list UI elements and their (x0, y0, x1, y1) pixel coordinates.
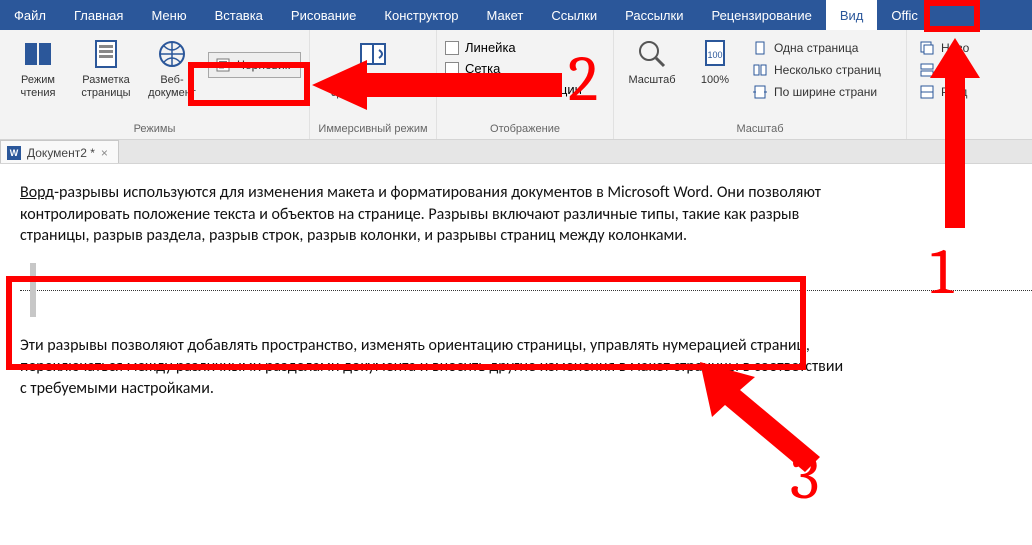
menu-draw[interactable]: Рисование (277, 0, 370, 30)
paragraph-2[interactable]: Эти разрывы позволяют добавлять простран… (20, 335, 850, 400)
web-layout-label: Веб-документ (144, 74, 200, 100)
immersive-reader-button[interactable]: Иммерсивное средство чтения (318, 34, 428, 100)
ribbon-group-immersive: Иммерсивное средство чтения Иммерсивный … (310, 30, 437, 139)
gridlines-label: Сетка (465, 61, 500, 76)
page-width-icon (752, 84, 768, 100)
zoom-100-button[interactable]: 100 100% (690, 34, 740, 87)
menu-layout[interactable]: Макет (473, 0, 538, 30)
ruler-checkbox[interactable]: Линейка (445, 38, 605, 57)
annotation-number-3: 3 (790, 440, 820, 514)
menu-references[interactable]: Ссылки (537, 0, 611, 30)
document-tab[interactable]: W Документ2 * × (0, 140, 119, 163)
reading-mode-label: Режим чтения (8, 74, 68, 100)
arrange-all-label: Упор (941, 63, 968, 77)
multi-page-button[interactable]: Несколько страниц (748, 60, 898, 80)
paragraph-1[interactable]: Ворд-разрывы используются для изменения … (20, 182, 850, 247)
ribbon-group-modes: Режим чтения Разметка страницы Веб-докум… (0, 30, 310, 139)
document-tab-bar: W Документ2 * × (0, 140, 1032, 164)
menu-menu[interactable]: Меню (137, 0, 200, 30)
reading-mode-button[interactable]: Режим чтения (8, 34, 68, 100)
draft-icon (215, 57, 231, 73)
nav-pane-label: Область навигации (465, 82, 582, 97)
menu-insert[interactable]: Вставка (201, 0, 277, 30)
ribbon-group-window: Ново Упор Разд (907, 30, 983, 139)
modes-group-label: Режимы (8, 121, 301, 139)
page-width-button[interactable]: По ширине страни (748, 82, 898, 102)
page-layout-icon (90, 38, 122, 70)
immersive-reader-label: Иммерсивное средство чтения (318, 74, 428, 100)
one-page-icon (752, 40, 768, 56)
checkbox-icon (445, 41, 459, 55)
new-window-label: Ново (941, 41, 969, 55)
ruler-label: Линейка (465, 40, 516, 55)
immersive-group-label: Иммерсивный режим (318, 121, 428, 139)
book-icon (22, 38, 54, 70)
split-label: Разд (941, 85, 967, 99)
draft-view-label: Черновик (237, 58, 290, 72)
arrange-all-button[interactable]: Упор (915, 60, 975, 80)
menu-design[interactable]: Конструктор (370, 0, 472, 30)
window-group-label (915, 121, 975, 139)
ribbon-group-show: Линейка Сетка Область навигации Отображе… (437, 30, 614, 139)
menu-office[interactable]: Offic (877, 0, 932, 30)
page-layout-button[interactable]: Разметка страницы (76, 34, 136, 100)
ribbon-group-zoom: Масштаб 100 100% Одна страница Несколько… (614, 30, 907, 139)
magnifier-icon (636, 38, 668, 70)
gridlines-checkbox[interactable]: Сетка (445, 59, 605, 78)
one-page-label: Одна страница (774, 41, 858, 55)
nav-pane-checkbox[interactable]: Область навигации (445, 80, 605, 99)
show-group-label: Отображение (445, 121, 605, 139)
text-cursor (30, 263, 36, 317)
split-button[interactable]: Разд (915, 82, 975, 102)
draft-view-button[interactable]: Черновик (208, 52, 301, 78)
globe-icon (156, 38, 188, 70)
zoom-group-label: Масштаб (622, 121, 898, 139)
page-layout-label: Разметка страницы (76, 74, 136, 100)
new-window-icon (919, 40, 935, 56)
para1-rest: -разрывы используются для изменения маке… (20, 183, 821, 245)
one-page-button[interactable]: Одна страница (748, 38, 898, 58)
zoom-button[interactable]: Масштаб (622, 34, 682, 87)
para1-underlined: Ворд (20, 183, 54, 202)
svg-text:100: 100 (707, 50, 722, 60)
word-icon: W (7, 146, 21, 160)
page-width-label: По ширине страни (774, 85, 877, 99)
ribbon: Режим чтения Разметка страницы Веб-докум… (0, 30, 1032, 140)
menu-mailings[interactable]: Рассылки (611, 0, 697, 30)
arrange-icon (919, 62, 935, 78)
menu-file[interactable]: Файл (0, 0, 60, 30)
web-layout-button[interactable]: Веб-документ (144, 34, 200, 100)
page-100-icon: 100 (699, 38, 731, 70)
split-icon (919, 84, 935, 100)
multi-page-label: Несколько страниц (774, 63, 881, 77)
menu-home[interactable]: Главная (60, 0, 137, 30)
menu-bar: Файл Главная Меню Вставка Рисование Конс… (0, 0, 1032, 30)
checkbox-icon (445, 62, 459, 76)
checkbox-icon (445, 83, 459, 97)
menu-view[interactable]: Вид (826, 0, 878, 30)
page-break-indicator (20, 255, 1012, 325)
document-area[interactable]: Ворд-разрывы используются для изменения … (0, 164, 1032, 418)
zoom-100-label: 100% (701, 74, 729, 87)
immersive-reader-icon (357, 38, 389, 70)
menu-review[interactable]: Рецензирование (697, 0, 825, 30)
zoom-label: Масштаб (628, 74, 675, 87)
close-tab-icon[interactable]: × (101, 146, 108, 160)
multi-page-icon (752, 62, 768, 78)
document-tab-title: Документ2 * (27, 146, 95, 160)
new-window-button[interactable]: Ново (915, 38, 975, 58)
